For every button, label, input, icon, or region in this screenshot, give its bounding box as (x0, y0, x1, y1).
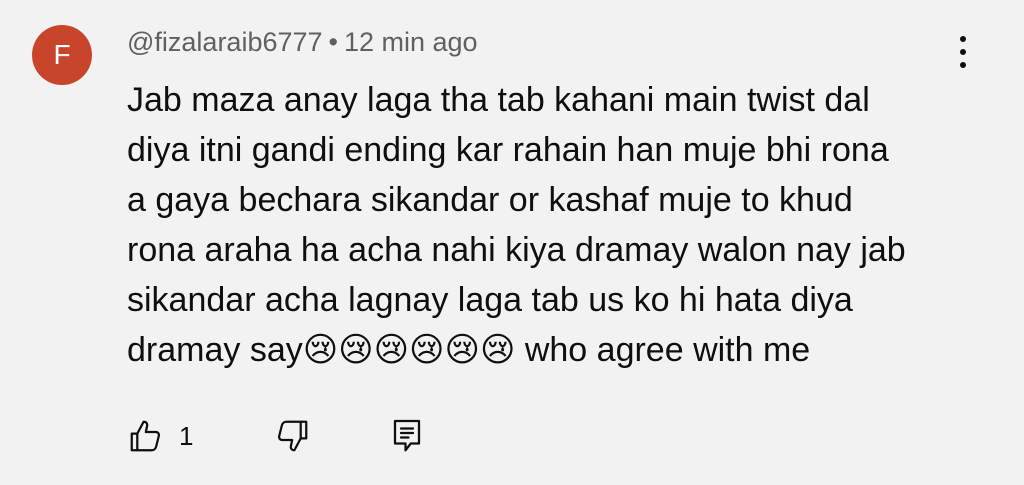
dislike-button[interactable] (273, 417, 311, 455)
like-count: 1 (179, 420, 194, 451)
comment-text: Jab maza anay laga tha tab kahani main t… (127, 81, 906, 369)
avatar-letter: F (53, 39, 71, 70)
comment-header: @fizalaraib6777 • 12 min ago (127, 24, 478, 60)
menu-dot (960, 62, 966, 68)
menu-dot (960, 36, 966, 42)
author-handle[interactable]: @fizalaraib6777 (127, 27, 323, 57)
more-vert-icon[interactable] (945, 32, 981, 72)
reply-button[interactable] (389, 417, 425, 455)
thumbs-down-icon (273, 417, 311, 455)
reply-icon (389, 417, 425, 455)
comment-actions: 1 (127, 414, 425, 458)
comment-card: F @fizalaraib6777 • 12 min ago Jab maza an… (0, 0, 1024, 485)
thumbs-up-icon (127, 417, 165, 455)
meta-separator: • (328, 27, 338, 57)
comment-timestamp[interactable]: 12 min ago (344, 27, 478, 57)
avatar[interactable]: F (32, 25, 92, 85)
like-button[interactable]: 1 (127, 417, 193, 455)
menu-dot (960, 49, 966, 55)
